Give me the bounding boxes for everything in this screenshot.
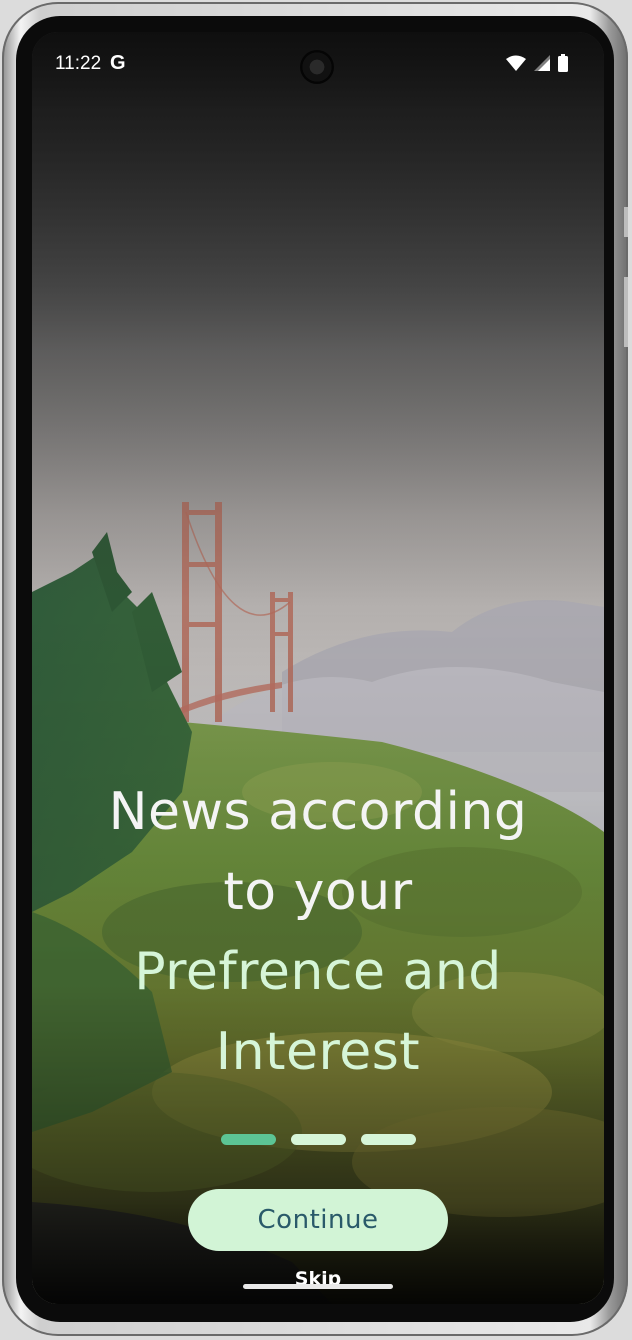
screen: 11:22 G News according to your Prefrence…	[32, 32, 604, 1304]
headline-line: to your	[223, 862, 413, 922]
google-icon: G	[110, 52, 126, 74]
continue-button[interactable]: Continue	[188, 1189, 448, 1251]
headline-highlight-line: Prefrence and	[134, 942, 502, 1002]
headline-line: News according	[108, 782, 528, 842]
phone-frame: 11:22 G News according to your Prefrence…	[2, 2, 628, 1336]
cellular-signal-icon	[534, 55, 550, 71]
page-dot[interactable]	[361, 1134, 416, 1145]
side-button	[624, 207, 628, 237]
page-dot-active[interactable]	[221, 1134, 276, 1145]
home-indicator[interactable]	[243, 1284, 393, 1289]
status-bar: 11:22 G	[32, 32, 604, 96]
status-time: 11:22	[55, 53, 102, 74]
battery-icon	[558, 54, 568, 72]
status-icons	[506, 54, 568, 72]
page-dot[interactable]	[291, 1134, 346, 1145]
headline-highlight-line: Interest	[215, 1022, 421, 1082]
page-indicator	[221, 1134, 416, 1146]
wifi-icon	[506, 55, 526, 71]
skip-button[interactable]: Skip	[268, 1268, 368, 1296]
side-button	[624, 277, 628, 347]
front-camera	[300, 50, 334, 84]
onboarding-headline: News according to your Prefrence and Int…	[62, 772, 574, 1092]
image-dark-overlay	[32, 32, 604, 1304]
